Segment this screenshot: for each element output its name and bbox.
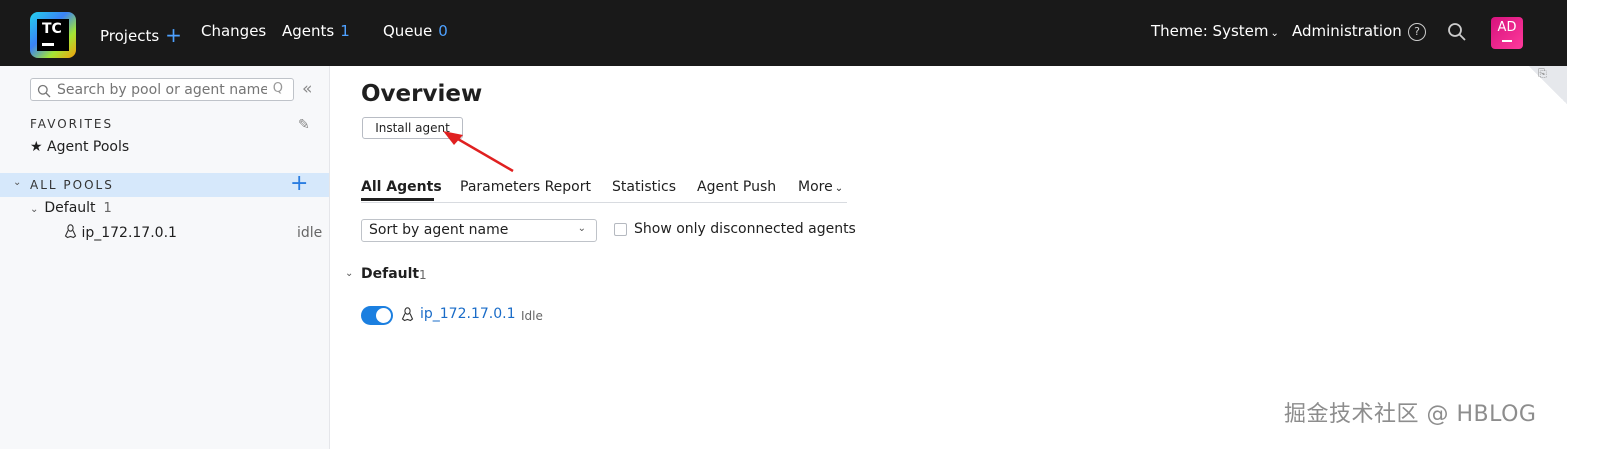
pool-name: Default [44,200,96,216]
pool-search-input[interactable] [57,80,267,99]
queue-count-badge: 0 [438,22,448,40]
sidebar: Q « FAVORITES ✎ ★ Agent Pools ⌄ ALL POOL… [0,66,330,449]
nav-changes-label: Changes [201,22,267,40]
chevron-down-icon: ⌄ [834,183,844,194]
add-pool-icon[interactable]: + [290,171,308,196]
search-icon[interactable] [1447,22,1467,42]
sidebar-agent-status: idle [297,225,323,241]
nav-agents-label: Agents [282,22,335,40]
chevron-down-icon[interactable]: ⌄ [345,268,353,279]
user-avatar[interactable]: AD [1491,17,1523,49]
chevron-down-icon: ⌄ [13,177,22,188]
annotation-arrow-icon [443,131,514,173]
disconnected-only-checkbox[interactable] [614,223,627,236]
toggle-knob [376,308,391,323]
nav-projects-label: Projects [100,27,160,45]
nav-queue-label: Queue [383,22,433,40]
nav-agents[interactable]: Agents 1 [282,22,350,40]
logo-inner: TC [37,19,69,51]
edit-favorites-icon[interactable]: ✎ [298,117,310,133]
tab-agent-push[interactable]: Agent Push [697,179,776,195]
page-title: Overview [361,81,483,107]
chevron-down-icon: ⌄ [577,223,586,234]
favorite-agent-pools[interactable]: ★ Agent Pools [30,139,129,155]
search-icon [37,83,51,102]
disconnected-only-label[interactable]: Show only disconnected agents [634,221,856,237]
chevron-down-icon: ⌄ [1270,28,1279,39]
page-corner [1529,66,1567,104]
administration-link[interactable]: Administration [1292,22,1402,40]
teamcity-logo[interactable]: TC [30,12,76,58]
main-content: ⎘ Overview Install agent All Agents Para… [331,66,1567,449]
sort-select[interactable]: Sort by agent name ⌄ [361,219,597,242]
watermark: 掘金技术社区 @ HBLOG [1284,402,1537,427]
theme-label: Theme: System [1151,22,1269,40]
theme-selector[interactable]: Theme: System ⌄ [1151,22,1279,40]
administration-label: Administration [1292,22,1402,40]
page-settings-icon[interactable]: ⎘ [1538,67,1547,81]
favorites-title: FAVORITES [30,117,114,131]
all-pools-row[interactable]: ⌄ ALL POOLS + [0,171,329,197]
add-project-icon[interactable]: + [165,23,182,47]
tab-more[interactable]: More ⌄ [798,179,843,195]
active-tab-indicator [361,198,434,201]
right-gutter [1567,0,1597,449]
tab-statistics[interactable]: Statistics [612,179,676,195]
sidebar-agent-name: ip_172.17.0.1 [81,225,177,241]
tab-more-label: More [798,179,833,195]
tab-all-agents[interactable]: All Agents [361,179,442,195]
collapse-sidebar-icon[interactable]: « [302,79,312,99]
favorite-agent-pools-label: Agent Pools [47,139,130,155]
sidebar-search[interactable]: Q [30,78,294,101]
group-name: Default [361,266,420,282]
sidebar-agent-item[interactable]: ip_172.17.0.1 [64,224,177,241]
chevron-down-icon: ⌄ [30,204,39,215]
nav-queue[interactable]: Queue 0 [383,22,448,40]
tab-bar: All Agents Parameters Report Statistics … [361,177,847,203]
agent-link[interactable]: ip_172.17.0.1 [420,306,515,322]
linux-icon [64,224,81,241]
nav-projects[interactable]: Projects + [100,22,182,47]
all-pools-label: ALL POOLS [30,178,114,192]
avatar-bar [1502,40,1512,42]
query-syntax-icon[interactable]: Q [273,81,283,96]
star-icon: ★ [30,139,43,155]
help-icon[interactable]: ? [1408,23,1426,41]
top-navigation-bar: TC Projects + Changes Agents 1 Queue 0 Them… [0,0,1567,66]
sort-select-value: Sort by agent name [369,222,509,238]
tab-parameters-report[interactable]: Parameters Report [460,179,591,195]
agent-enabled-toggle[interactable] [361,306,393,325]
group-count: 1 [419,268,427,282]
pool-count: 1 [103,201,112,216]
agent-status: Idle [521,309,543,323]
logo-bar [42,43,54,46]
linux-icon [401,307,414,326]
agents-count-badge: 1 [340,22,350,40]
sidebar-pool-default[interactable]: ⌄ Default 1 [30,200,112,216]
nav-changes[interactable]: Changes [201,22,266,40]
avatar-initials: AD [1497,20,1517,35]
logo-text: TC [42,21,62,37]
